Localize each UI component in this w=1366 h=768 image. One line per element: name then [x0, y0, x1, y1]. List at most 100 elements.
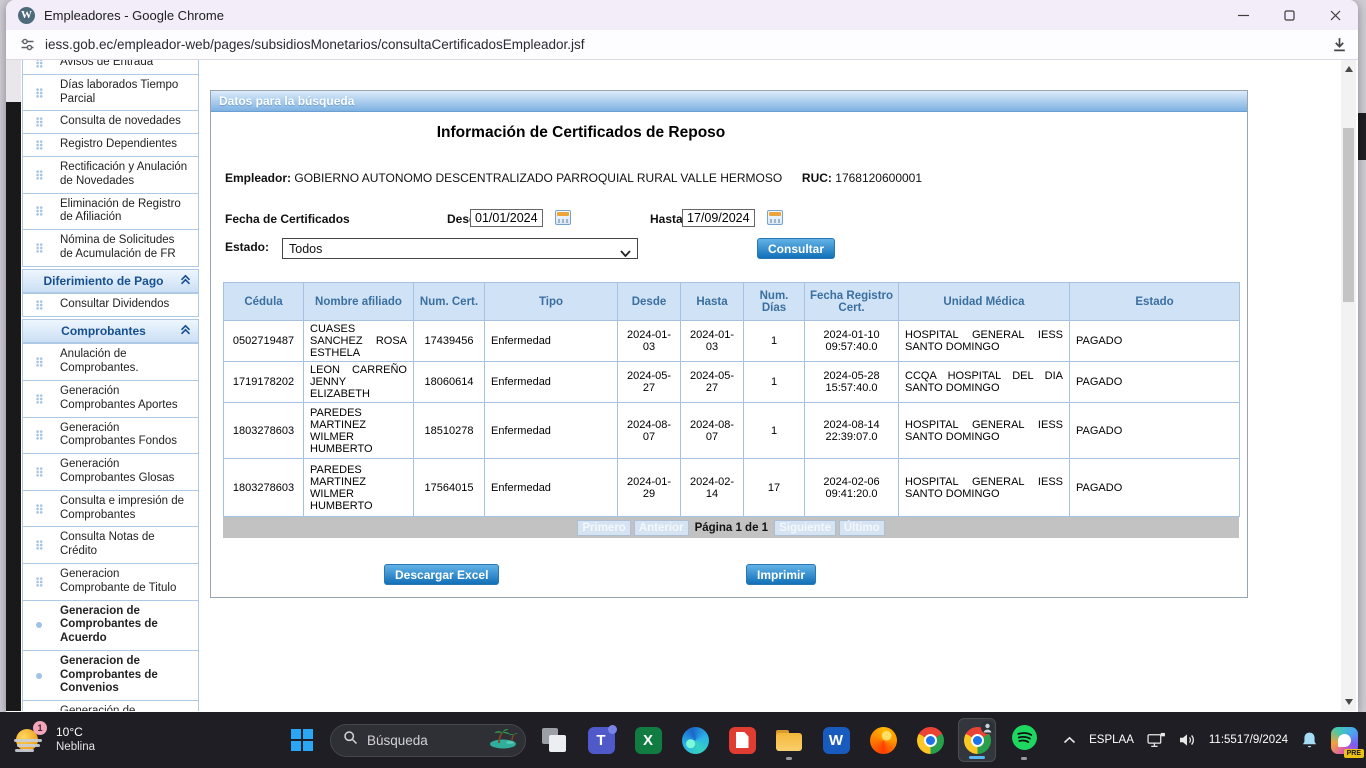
sidebar-item-rectificacion[interactable]: Rectificación y Anulación de Novedades	[22, 156, 199, 194]
sidebar-item-notas-credito[interactable]: Consulta Notas de Crédito	[22, 526, 199, 564]
window-titlebar[interactable]: W Empleadores - Google Chrome	[6, 0, 1358, 30]
sidebar-item-consultar-dividendos[interactable]: Consultar Dividendos	[22, 293, 199, 317]
clock-widget[interactable]: 11:55 17/9/2024	[1209, 733, 1288, 748]
cell-fecha-registro: 2024-01-10 09:57:40.0	[805, 321, 899, 362]
pagination-last-button[interactable]: Último	[839, 520, 885, 536]
col-header-fecha-registro: Fecha Registro Cert.	[805, 283, 899, 321]
pagination-next-button[interactable]: Siguiente	[774, 520, 836, 536]
volume-icon[interactable]	[1179, 733, 1196, 747]
sidebar-item-consulta-impresion[interactable]: Consulta e impresión de Comprobantes	[22, 490, 199, 528]
imprimir-button[interactable]: Imprimir	[746, 564, 816, 585]
sidebar-item-label: Generacion de Comprobantes de Acuerdo	[60, 605, 158, 645]
estado-select[interactable]: Todos	[282, 238, 638, 259]
sidebar-item-comprobante-titulo[interactable]: Generacion Comprobante de Titulo	[22, 563, 199, 601]
sidebar-item-anulacion-comprobantes[interactable]: Anulación de Comprobantes.	[22, 343, 199, 381]
cell-num-cert: 17439456	[414, 321, 485, 362]
chrome-active-window-button[interactable]	[958, 718, 996, 762]
drag-handle-icon	[36, 394, 43, 404]
pagination-prev-button[interactable]: Anterior	[634, 520, 689, 536]
network-icon[interactable]	[1147, 732, 1166, 748]
col-header-hasta: Hasta	[681, 283, 744, 321]
cell-nombre: PAREDES MARTINEZ WILMER HUMBERTO	[304, 459, 414, 517]
sidebar-section-comprobantes[interactable]: Comprobantes	[22, 319, 199, 343]
sidebar-item-nomina-solicitudes[interactable]: Nómina de Solicitudes de Acumulación de …	[22, 229, 199, 267]
weather-temp: 10°C	[56, 725, 95, 740]
sidebar-item-comprobantes-acuerdo[interactable]: Generacion de Comprobantes de Acuerdo	[22, 600, 199, 651]
desde-input[interactable]	[470, 209, 543, 227]
cell-nombre: LEON CARREÑO JENNY ELIZABETH	[304, 362, 414, 403]
url-text[interactable]: iess.gob.ec/empleador-web/pages/subsidio…	[45, 37, 1331, 52]
firefox-app-button[interactable]	[864, 718, 902, 762]
sidebar-item-label: Consultar Dividendos	[60, 298, 169, 310]
word-app-button[interactable]: W	[817, 718, 855, 762]
start-button[interactable]	[283, 718, 321, 762]
weather-widget[interactable]: 1 10°C Neblina	[14, 725, 95, 755]
copilot-button[interactable]: PRE	[1331, 727, 1358, 754]
language-indicator[interactable]: ESP LAA	[1089, 733, 1134, 748]
drag-handle-icon	[36, 88, 43, 98]
sidebar-item-registro-dependientes[interactable]: Registro Dependientes	[22, 133, 199, 157]
sidebar-item-comprobante-prestamos[interactable]: Generación de Comprobante de Préstamos	[22, 700, 199, 711]
teams-app-button[interactable]: T	[582, 718, 620, 762]
ruc-label: RUC:	[802, 171, 832, 185]
sidebar-item-comprobantes-glosas[interactable]: Generación Comprobantes Glosas	[22, 453, 199, 491]
scrollbar-thumb[interactable]	[1343, 128, 1354, 302]
chevron-down-icon	[620, 246, 631, 260]
sidebar-item-label: Generación Comprobantes Fondos	[60, 422, 177, 448]
task-view-button[interactable]	[535, 718, 573, 762]
chrome-app-button[interactable]	[911, 718, 949, 762]
excel-app-button[interactable]: X	[629, 718, 667, 762]
bullet-icon	[36, 622, 42, 628]
sidebar-item-avisos-entrada[interactable]: Avisos de Entrada	[22, 60, 199, 75]
spotify-app-button[interactable]	[1005, 718, 1043, 762]
pagination-first-button[interactable]: Primero	[577, 520, 630, 536]
col-header-estado: Estado	[1070, 283, 1240, 321]
drag-handle-icon	[36, 300, 43, 310]
drag-handle-icon	[36, 60, 43, 68]
language-code: ESP	[1089, 733, 1112, 748]
sidebar-item-comprobantes-aportes[interactable]: Generación Comprobantes Aportes	[22, 380, 199, 418]
tray-expand-chevron[interactable]	[1063, 736, 1076, 744]
estado-selected-value: Todos	[289, 242, 322, 256]
sidebar-section-diferimiento[interactable]: Diferimiento de Pago	[22, 269, 199, 293]
notification-count-badge: 1	[33, 721, 47, 735]
cell-desde: 2024-05-27	[618, 362, 681, 403]
sidebar-item-label: Registro Dependientes	[60, 138, 177, 150]
sidebar-item-dias-laborados[interactable]: Días laborados Tiempo Parcial	[22, 74, 199, 112]
cell-desde: 2024-08-07	[618, 403, 681, 459]
sidebar-item-comprobantes-convenios[interactable]: Generacion de Comprobantes de Convenios	[22, 650, 199, 701]
search-form: Fecha de Certificados Desde: Hasta: Esta…	[225, 209, 1233, 269]
maximize-button[interactable]	[1266, 0, 1312, 30]
hasta-input[interactable]	[682, 209, 755, 227]
cell-unidad-medica: HOSPITAL GENERAL IESS SANTO DOMINGO	[899, 459, 1070, 517]
search-panel: Datos para la búsqueda Información de Ce…	[210, 90, 1248, 598]
edge-app-button[interactable]	[676, 718, 714, 762]
descargar-excel-button[interactable]: Descargar Excel	[384, 564, 499, 585]
pdf-app-button[interactable]	[723, 718, 761, 762]
drag-handle-icon	[36, 206, 43, 216]
site-favicon-icon: W	[18, 7, 35, 24]
calendar-icon-hasta[interactable]	[767, 210, 783, 225]
consultar-button[interactable]: Consultar	[757, 238, 835, 259]
url-bar[interactable]: iess.gob.ec/empleador-web/pages/subsidio…	[6, 30, 1358, 60]
teams-icon: T	[588, 727, 615, 754]
taskbar-search[interactable]: Búsqueda	[330, 724, 526, 757]
notifications-bell-icon[interactable]	[1301, 731, 1318, 749]
cell-tipo: Enfermedad	[485, 362, 618, 403]
scroll-down-arrow[interactable]	[1345, 699, 1353, 705]
page-gutter	[6, 102, 21, 711]
calendar-icon-desde[interactable]	[555, 210, 571, 225]
close-button[interactable]	[1312, 0, 1358, 30]
edge-icon	[682, 727, 709, 754]
file-explorer-button[interactable]	[770, 718, 808, 762]
cell-cedula: 0502719487	[224, 321, 304, 362]
vertical-scrollbar[interactable]	[1341, 60, 1356, 711]
sidebar-item-comprobantes-fondos[interactable]: Generación Comprobantes Fondos	[22, 417, 199, 455]
scroll-up-arrow[interactable]	[1345, 66, 1353, 72]
site-info-icon[interactable]	[20, 37, 35, 52]
search-highlight-island-icon[interactable]	[487, 726, 521, 755]
sidebar-item-eliminacion-registro[interactable]: Eliminación de Registro de Afiliación	[22, 193, 199, 231]
download-icon[interactable]	[1331, 36, 1348, 53]
sidebar-item-consulta-novedades[interactable]: Consulta de novedades	[22, 110, 199, 134]
minimize-button[interactable]	[1220, 0, 1266, 30]
